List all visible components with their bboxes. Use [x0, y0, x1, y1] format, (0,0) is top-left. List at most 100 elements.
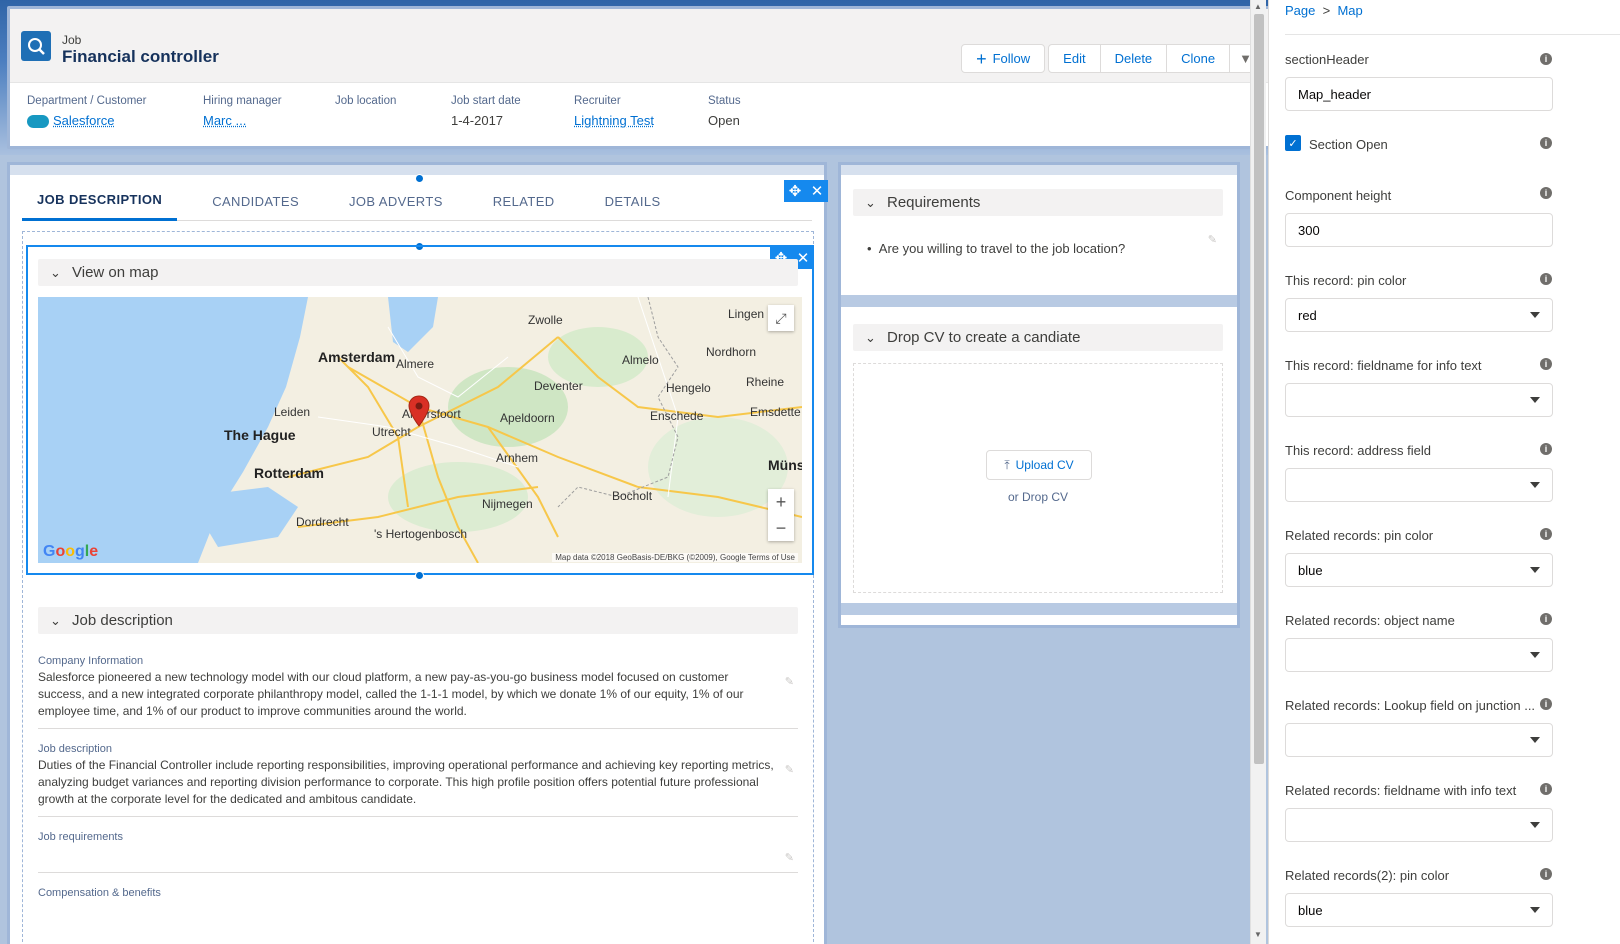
fullscreen-icon[interactable]: ⤢ — [768, 305, 794, 331]
info-icon[interactable]: i — [1540, 443, 1552, 455]
info-icon[interactable]: i — [1540, 53, 1552, 65]
tab-job-description[interactable]: JOB DESCRIPTION — [22, 181, 178, 221]
info-icon[interactable]: i — [1540, 528, 1552, 540]
edit-button[interactable]: Edit — [1048, 44, 1101, 73]
map-label: Amsterdam — [318, 349, 396, 365]
field-label: Job description — [38, 743, 112, 755]
tab-details[interactable]: DETAILS — [590, 181, 676, 221]
address-field-select[interactable] — [1285, 468, 1553, 502]
zoom-out-icon[interactable]: − — [776, 518, 787, 539]
field-text: Duties of the Financial Controller inclu… — [38, 758, 774, 806]
scroll-up-icon[interactable]: ▲ — [1254, 2, 1262, 11]
field-label: Job start date — [451, 95, 521, 107]
breadcrumb-page-link[interactable]: Page — [1285, 3, 1315, 18]
field-label: Department / Customer — [27, 95, 147, 107]
info-icon[interactable]: i — [1540, 273, 1552, 285]
tab-candidates[interactable]: CANDIDATES — [197, 181, 314, 221]
edit-pencil-icon[interactable]: ✎ — [1208, 233, 1217, 246]
record-title: Financial controller — [62, 47, 219, 66]
prop-label: Related records: fieldname with info tex… — [1285, 783, 1517, 798]
map-label: Nordhorn — [706, 345, 757, 359]
scroll-thumb[interactable] — [1254, 14, 1264, 764]
section-open-checkbox[interactable]: ✓ — [1285, 135, 1301, 151]
related2-pin-color-select[interactable]: blue — [1285, 893, 1553, 927]
map-label: Rheine — [746, 375, 785, 389]
field-value: Salesforce — [53, 113, 115, 128]
map-attribution[interactable]: Map data ©2018 GeoBasis-DE/BKG (©2009), … — [552, 553, 798, 562]
field-value-link[interactable]: Marc ... — [203, 113, 335, 128]
info-icon[interactable]: i — [1540, 613, 1552, 625]
tab-related[interactable]: RELATED — [478, 181, 570, 221]
info-icon[interactable]: i — [1540, 187, 1552, 199]
info-icon[interactable]: i — [1540, 783, 1552, 795]
upload-cv-button[interactable]: ⤒ Upload CV — [986, 450, 1092, 480]
field-company-information: Company Information Salesforce pioneered… — [38, 655, 798, 729]
job-description-section-header[interactable]: ⌄ Job description — [38, 607, 798, 634]
field-value-link[interactable]: Lightning Test — [574, 113, 708, 128]
canvas-scrollbar[interactable]: ▲ ▼ — [1250, 0, 1266, 944]
map-label: Utrecht — [372, 425, 411, 439]
related-lookup-select[interactable] — [1285, 723, 1553, 757]
chevron-down-icon: ⌄ — [865, 194, 876, 210]
section-title: Drop CV to create a candiate — [887, 329, 1081, 346]
dropcv-section-header[interactable]: ⌄ Drop CV to create a candiate — [853, 324, 1223, 351]
tabset: JOB DESCRIPTION CANDIDATES JOB ADVERTS R… — [22, 181, 812, 221]
tab-job-adverts[interactable]: JOB ADVERTS — [334, 181, 458, 221]
edit-pencil-icon[interactable]: ✎ — [785, 763, 794, 776]
builder-canvas: Job Financial controller + Follow Edit De… — [0, 0, 1305, 944]
zoom-in-icon[interactable]: + — [776, 492, 787, 513]
prop-label: This record: fieldname for info text — [1285, 358, 1482, 373]
or-drop-text: or Drop CV — [1007, 490, 1069, 504]
salesforce-logo-icon — [27, 115, 49, 129]
field-label: Job requirements — [38, 831, 123, 843]
delete-button[interactable]: Delete — [1099, 44, 1168, 73]
section-header-input[interactable]: Map_header — [1285, 77, 1553, 111]
zoom-control: + − — [768, 489, 794, 541]
clone-button[interactable]: Clone — [1166, 44, 1231, 73]
chevron-down-icon — [1530, 737, 1540, 743]
prop-label: Related records: pin color — [1285, 528, 1434, 543]
prop-label: This record: pin color — [1285, 273, 1407, 288]
map-label: Almere — [396, 357, 435, 371]
info-icon[interactable]: i — [1540, 358, 1552, 370]
follow-button[interactable]: + Follow — [961, 44, 1046, 73]
related-info-select[interactable] — [1285, 808, 1553, 842]
object-type-label: Job — [62, 33, 82, 47]
info-icon[interactable]: i — [1540, 868, 1552, 880]
map-label: Apeldoorn — [500, 411, 555, 425]
info-icon[interactable]: i — [1540, 698, 1552, 710]
divider — [1285, 34, 1620, 35]
cv-dropzone[interactable]: ⤒ Upload CV or Drop CV — [853, 363, 1223, 593]
map-component[interactable]: ✥✕ ⌄View on map — [26, 245, 814, 575]
map-label: Enschede — [650, 409, 704, 423]
related-pin-color-select[interactable]: blue — [1285, 553, 1553, 587]
google-map[interactable]: Zwolle Lingen Amsterdam Almere Almelo No… — [38, 297, 802, 563]
requirement-text: Are you willing to travel to the job loc… — [878, 241, 1126, 256]
chevron-down-icon: ⌄ — [865, 329, 876, 345]
prop-label: Related records: object name — [1285, 613, 1455, 628]
properties-panel: Page > Map sectionHeader i Map_header ✓ … — [1268, 0, 1620, 944]
component-separator — [841, 603, 1237, 615]
field-job-requirements: Job requirements ✎ — [38, 831, 798, 873]
field-value-link[interactable]: Salesforce — [27, 113, 203, 129]
record-header[interactable]: Job Financial controller + Follow Edit De… — [7, 6, 1279, 149]
component-height-input[interactable]: 300 — [1285, 213, 1553, 247]
map-section-header[interactable]: ⌄ View on map — [38, 259, 798, 286]
drop-handle[interactable] — [415, 571, 424, 580]
prop-label: Related records: Lookup field on junctio… — [1285, 698, 1536, 713]
map-pin-icon[interactable] — [408, 395, 430, 427]
map-label: Zwolle — [528, 313, 563, 327]
pin-color-select[interactable]: red — [1285, 298, 1553, 332]
prop-label: Section Open — [1309, 137, 1388, 152]
prop-label: sectionHeader — [1285, 52, 1369, 67]
edit-pencil-icon[interactable]: ✎ — [785, 851, 794, 864]
record-header-top: Job Financial controller + Follow Edit De… — [10, 9, 1276, 83]
related-object-select[interactable] — [1285, 638, 1553, 672]
select-value: blue — [1298, 902, 1323, 918]
info-field-select[interactable] — [1285, 383, 1553, 417]
scroll-down-icon[interactable]: ▼ — [1254, 930, 1262, 939]
requirements-section-header[interactable]: ⌄ Requirements — [853, 189, 1223, 216]
prop-related-object-name: Related records: object name — [1285, 613, 1553, 631]
edit-pencil-icon[interactable]: ✎ — [785, 675, 794, 688]
info-icon[interactable]: i — [1540, 137, 1552, 149]
